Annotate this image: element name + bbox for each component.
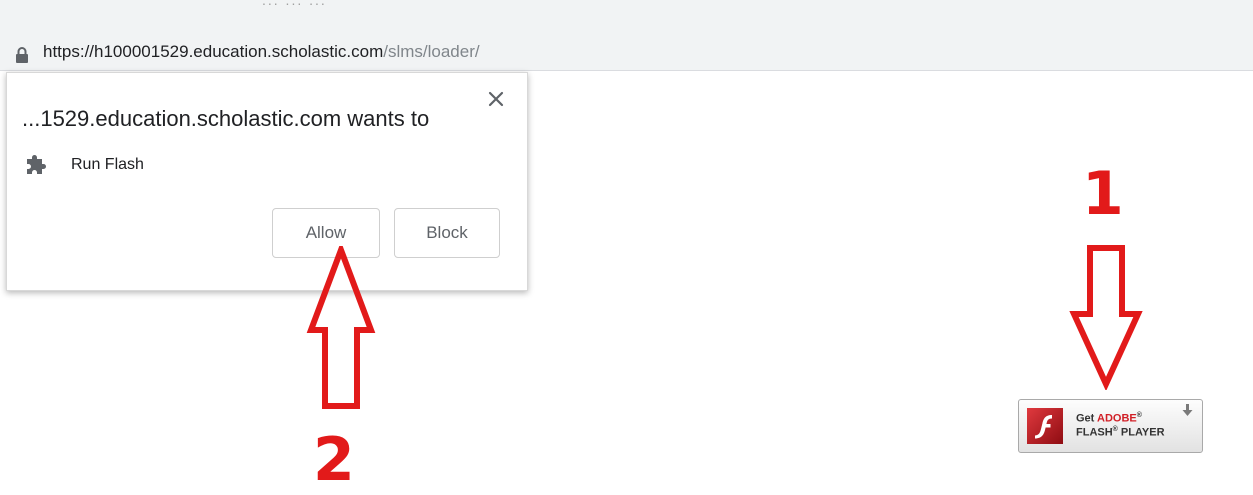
flash-product-text: FLASH xyxy=(1076,426,1113,439)
flash-badge-line-1: Get ADOBE® xyxy=(1076,412,1142,425)
popup-title: ...1529.education.scholastic.com wants t… xyxy=(22,106,430,131)
flash-reg-mark-1: ® xyxy=(1136,412,1142,419)
flash-permission-popup: ...1529.education.scholastic.com wants t… xyxy=(6,72,528,291)
close-icon[interactable] xyxy=(486,89,506,109)
flash-player-text: PLAYER xyxy=(1117,426,1165,439)
download-icon xyxy=(1182,404,1193,416)
permission-label: Run Flash xyxy=(71,156,144,173)
lock-icon[interactable] xyxy=(15,47,29,63)
tab-strip-text: ... ... ... xyxy=(262,0,327,8)
flash-logo-icon xyxy=(1027,408,1063,444)
annotation-step-2: 2 xyxy=(313,425,355,495)
flash-badge-line-2: FLASH® PLAYER xyxy=(1076,426,1165,439)
block-button[interactable]: Block xyxy=(394,208,500,258)
url-host: https://h100001529.education.scholastic.… xyxy=(43,42,384,61)
url-path: /slms/loader/ xyxy=(383,42,480,61)
get-flash-player-badge[interactable]: Get ADOBE® FLASH® PLAYER xyxy=(1018,399,1203,453)
annotation-arrow-down xyxy=(1069,245,1143,390)
url-text[interactable]: https://h100001529.education.scholastic.… xyxy=(43,42,480,62)
flash-get-text: Get xyxy=(1076,412,1097,425)
annotation-step-1: 1 xyxy=(1082,159,1124,229)
annotation-arrow-up xyxy=(306,246,376,409)
flash-brand-text: ADOBE xyxy=(1097,412,1137,425)
puzzle-icon xyxy=(27,155,46,174)
address-bar[interactable]: https://h100001529.education.scholastic.… xyxy=(0,34,1253,71)
tab-strip: ... ... ... xyxy=(0,0,1253,34)
